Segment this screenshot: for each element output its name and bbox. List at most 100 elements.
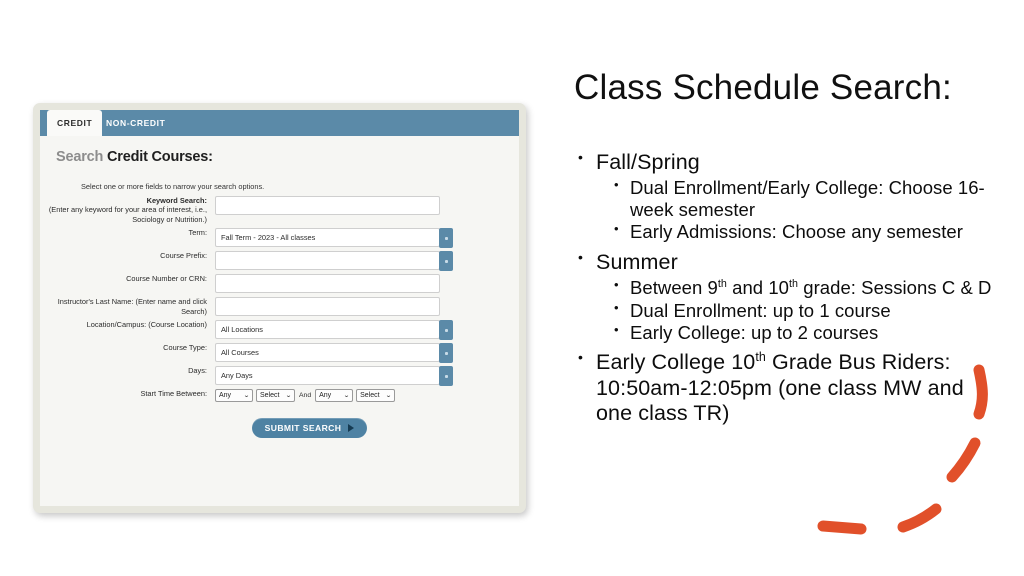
tab-credit[interactable]: CREDIT — [47, 110, 103, 136]
start-time-from-hour-select[interactable]: Any ⌄ — [215, 389, 253, 403]
keyword-label: Keyword Search: (Enter any keyword for y… — [40, 196, 215, 224]
field-row-course-number: Course Number or CRN: — [40, 274, 519, 294]
instructor-input[interactable] — [215, 297, 440, 317]
submit-row: SUBMIT SEARCH — [40, 418, 519, 439]
dropdown-dot-icon — [444, 236, 448, 240]
search-form: Keyword Search: (Enter any keyword for y… — [40, 196, 519, 439]
bullet-summer-sub-2: Dual Enrollment: up to 1 course — [574, 300, 994, 321]
term-value: Fall Term - 2023 - All classes — [221, 233, 316, 243]
dropdown-dot-icon — [444, 328, 448, 332]
bullet-summer: Summer — [574, 249, 994, 275]
panel-heading: Search Credit Courses: — [56, 149, 213, 165]
course-type-control: All Courses — [215, 343, 519, 364]
keyword-label-note: (Enter any keyword for your area of inte… — [48, 205, 207, 224]
bus-riders-sup: th — [755, 350, 766, 365]
field-row-keyword: Keyword Search: (Enter any keyword for y… — [40, 196, 519, 224]
location-label: Location/Campus: (Course Location) — [86, 320, 207, 330]
course-type-dropdown-button[interactable] — [439, 343, 453, 364]
start-time-from-hour-value: Any — [219, 392, 232, 400]
term-label: Term: — [188, 228, 207, 238]
term-select[interactable]: Fall Term - 2023 - All classes — [215, 228, 453, 249]
heading-bold: Credit Courses: — [107, 149, 213, 165]
slide: CREDIT NON-CREDIT Search Credit Courses:… — [0, 0, 1024, 576]
start-time-control: Any ⌄ Select ⌄ And Any ⌄ Select ⌄ — [215, 389, 519, 403]
form-instruction: Select one or more fields to narrow your… — [81, 182, 265, 191]
class-schedule-search-screenshot: CREDIT NON-CREDIT Search Credit Courses:… — [33, 103, 526, 513]
field-row-term: Term: Fall Term - 2023 - All classes — [40, 228, 519, 249]
days-label: Days: — [188, 366, 207, 376]
keyword-input[interactable] — [215, 196, 440, 215]
summer-sub-1-part-b: and 10 — [726, 277, 789, 299]
chevron-down-icon: ⌄ — [285, 393, 292, 400]
days-control: Any Days — [215, 366, 519, 387]
days-select[interactable]: Any Days — [215, 366, 453, 387]
chevron-down-icon: ⌄ — [243, 393, 250, 400]
course-prefix-control — [215, 251, 519, 272]
summer-sub-1-sup-2: th — [789, 277, 799, 290]
field-row-start-time: Start Time Between: Any ⌄ Select ⌄ And A… — [40, 389, 519, 407]
bus-riders-part-a: Early College 10 — [596, 350, 756, 375]
dropdown-dot-icon — [444, 259, 448, 263]
dropdown-dot-icon — [444, 351, 448, 355]
bullet-bus-riders: Early College 10th Grade Bus Riders: 10:… — [574, 349, 994, 426]
chevron-down-icon: ⌄ — [385, 393, 392, 400]
play-arrow-icon — [348, 424, 355, 433]
summer-sub-1-sup-1: th — [717, 277, 727, 290]
bullet-summer-sub-1: Between 9th and 10th grade: Sessions C &… — [574, 277, 994, 298]
field-row-course-prefix: Course Prefix: — [40, 251, 519, 272]
tab-non-credit[interactable]: NON-CREDIT — [97, 110, 174, 136]
keyword-label-bold: Keyword Search: — [146, 196, 207, 205]
days-value: Any Days — [221, 371, 253, 381]
screenshot-card: CREDIT NON-CREDIT Search Credit Courses:… — [33, 103, 526, 513]
location-value: All Locations — [221, 325, 263, 335]
course-number-label: Course Number or CRN: — [126, 274, 207, 284]
dropdown-dot-icon — [444, 374, 448, 378]
course-prefix-select[interactable] — [215, 251, 453, 272]
start-time-from-period-value: Select — [260, 392, 280, 400]
summer-sub-1-part-c: grade: Sessions C & D — [798, 277, 992, 299]
summer-sub-1-part-a: Between 9 — [630, 277, 718, 299]
location-select[interactable]: All Locations — [215, 320, 453, 341]
tab-credit-label: CREDIT — [57, 118, 93, 128]
instructor-control — [215, 297, 519, 317]
keyword-control — [215, 196, 519, 215]
start-time-to-hour-value: Any — [319, 392, 332, 400]
bullet-fall-spring-sub-1: Dual Enrollment/Early College: Choose 16… — [574, 177, 994, 220]
field-row-instructor: Instructor's Last Name: (Enter name and … — [40, 297, 519, 317]
start-time-to-period-select[interactable]: Select ⌄ — [356, 389, 396, 403]
submit-search-label: SUBMIT SEARCH — [264, 423, 342, 434]
location-dropdown-button[interactable] — [439, 320, 453, 341]
start-time-conjunction: And — [299, 392, 312, 400]
start-time-from-period-select[interactable]: Select ⌄ — [256, 389, 295, 403]
heading-light: Search — [56, 149, 107, 165]
start-time-label: Start Time Between: — [140, 389, 207, 399]
course-number-input[interactable] — [215, 274, 440, 294]
term-dropdown-button[interactable] — [439, 228, 453, 249]
field-row-course-type: Course Type: All Courses — [40, 343, 519, 364]
course-number-control — [215, 274, 519, 294]
bullet-fall-spring: Fall/Spring — [574, 149, 994, 175]
course-type-label: Course Type: — [163, 343, 207, 353]
tab-non-credit-label: NON-CREDIT — [106, 118, 166, 128]
course-prefix-label: Course Prefix: — [160, 251, 207, 261]
start-time-row: Any ⌄ Select ⌄ And Any ⌄ Select ⌄ — [215, 389, 519, 403]
term-control: Fall Term - 2023 - All classes — [215, 228, 519, 249]
start-time-to-period-value: Select — [360, 392, 380, 400]
days-dropdown-button[interactable] — [439, 366, 453, 387]
bullet-fall-spring-sub-2: Early Admissions: Choose any semester — [574, 221, 994, 242]
start-time-to-hour-select[interactable]: Any ⌄ — [315, 389, 354, 403]
tab-bar: CREDIT NON-CREDIT — [40, 110, 519, 136]
bullet-summer-sub-3: Early College: up to 2 courses — [574, 322, 994, 343]
location-control: All Locations — [215, 320, 519, 341]
submit-search-button[interactable]: SUBMIT SEARCH — [251, 418, 368, 439]
course-prefix-dropdown-button[interactable] — [439, 251, 453, 272]
slide-content: Class Schedule Search: Fall/Spring Dual … — [574, 0, 1014, 576]
course-type-select[interactable]: All Courses — [215, 343, 453, 364]
chevron-down-icon: ⌄ — [343, 393, 350, 400]
instructor-label: Instructor's Last Name: (Enter name and … — [57, 297, 207, 316]
field-row-location: Location/Campus: (Course Location) All L… — [40, 320, 519, 341]
search-form-panel: CREDIT NON-CREDIT Search Credit Courses:… — [40, 110, 519, 506]
field-row-days: Days: Any Days — [40, 366, 519, 387]
bullet-list: Fall/Spring Dual Enrollment/Early Colleg… — [574, 149, 994, 429]
page-title: Class Schedule Search: — [574, 68, 952, 107]
